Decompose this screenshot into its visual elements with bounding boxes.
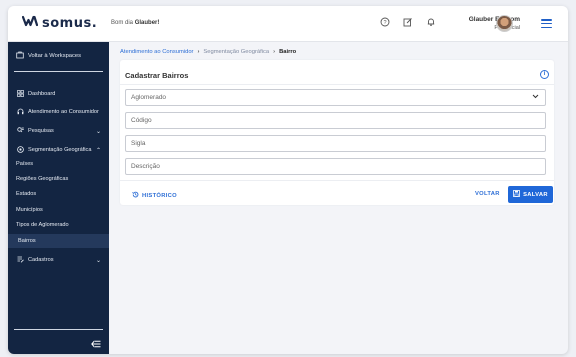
list-edit-icon <box>16 256 24 265</box>
dashboard-icon <box>16 89 24 99</box>
breadcrumb-current: Bairro <box>279 49 297 55</box>
save-button[interactable]: SALVAR <box>508 186 553 203</box>
back-to-workspaces-link[interactable]: Voltar à Workspaces <box>16 51 81 61</box>
sidebar-subitem-tipos-aglomerado[interactable]: Tipos de Aglomerado <box>8 218 109 232</box>
app-window: somus. Bom dia Glauber! ? Glauber Elisso… <box>8 6 568 354</box>
info-icon[interactable]: i <box>540 70 549 79</box>
bell-icon[interactable] <box>425 17 437 29</box>
history-button[interactable]: HISTÓRICO <box>132 191 177 200</box>
descricao-field[interactable]: Descrição <box>125 158 546 175</box>
page-title: Cadastrar Bairros <box>125 71 189 80</box>
breadcrumb-item[interactable]: Atendimento ao Consumidor <box>120 49 193 55</box>
sidebar-item-atendimento[interactable]: Atendimento ao Consumidor <box>8 105 109 119</box>
greeting-prefix: Bom dia <box>111 20 134 26</box>
workspace-label: Voltar à Workspaces <box>28 53 82 59</box>
subitem-label: Estados <box>16 191 37 197</box>
search-list-icon <box>16 126 24 136</box>
greeting: Bom dia Glauber! <box>111 20 159 26</box>
briefcase-icon <box>16 51 24 61</box>
sidebar-item-pesquisas[interactable]: Pesquisas ⌄ <box>8 124 109 138</box>
sidebar-item-label: Cadastros <box>28 257 54 263</box>
breadcrumb-separator-icon: › <box>273 49 276 55</box>
hamburger-menu-icon[interactable] <box>541 19 552 29</box>
aglomerado-placeholder: Aglomerado <box>131 94 167 101</box>
breadcrumb-item[interactable]: Segmentação Geográfica <box>203 49 269 55</box>
greeting-name: Glauber! <box>134 20 160 26</box>
aglomerado-select[interactable]: Aglomerado <box>125 89 546 106</box>
sigla-placeholder: Sigla <box>131 140 146 147</box>
form-card: Cadastrar Bairros i Aglomerado Código Si… <box>120 60 554 205</box>
history-label: HISTÓRICO <box>142 192 177 199</box>
sidebar-item-label: Pesquisas <box>28 128 54 134</box>
sidebar-subitem-estados[interactable]: Estados <box>8 187 109 201</box>
sidebar-item-cadastros[interactable]: Cadastros ⌄ <box>8 253 109 267</box>
breadcrumb-separator-icon: › <box>197 49 200 55</box>
sigla-field[interactable]: Sigla <box>125 135 546 152</box>
subitem-label: Países <box>16 161 34 167</box>
chevron-down-icon <box>532 94 539 101</box>
logo-text: somus. <box>42 15 98 31</box>
card-divider <box>120 180 554 181</box>
sidebar-divider <box>14 329 103 330</box>
collapse-sidebar-icon[interactable] <box>91 340 101 350</box>
logo-mark-icon <box>21 15 39 31</box>
chevron-up-icon: ⌃ <box>95 147 101 154</box>
top-bar: somus. Bom dia Glauber! ? Glauber Elisso… <box>8 6 568 42</box>
chevron-down-icon: ⌄ <box>95 128 101 135</box>
sidebar-item-label: Segmentação Geográfica <box>28 147 92 153</box>
sidebar-divider <box>14 71 103 72</box>
chevron-down-icon: ⌄ <box>95 257 101 264</box>
breadcrumb: Atendimento ao Consumidor › Segmentação … <box>120 49 296 55</box>
svg-text:?: ? <box>383 20 386 26</box>
logo[interactable]: somus. <box>21 15 98 31</box>
codigo-field[interactable]: Código <box>125 112 546 129</box>
sidebar-item-label: Dashboard <box>28 91 56 97</box>
sidebar-subitem-municipios[interactable]: Municípios <box>8 203 109 217</box>
subitem-label: Bairros <box>18 238 36 244</box>
sidebar-item-dashboard[interactable]: Dashboard <box>8 87 109 101</box>
subitem-label: Regiões Geográficas <box>16 176 69 182</box>
location-icon <box>16 145 24 155</box>
card-divider <box>120 84 554 85</box>
avatar[interactable] <box>496 15 513 32</box>
save-icon <box>513 190 521 199</box>
history-icon <box>132 191 139 200</box>
sidebar-subitem-regioes[interactable]: Regiões Geográficas <box>8 172 109 186</box>
subitem-label: Municípios <box>16 207 43 213</box>
sidebar-subitem-bairros[interactable]: Bairros <box>8 234 109 248</box>
sidebar-item-segmentacao[interactable]: Segmentação Geográfica ⌃ <box>8 143 109 157</box>
descricao-placeholder: Descrição <box>131 163 160 170</box>
subitem-label: Tipos de Aglomerado <box>16 222 69 228</box>
save-label: SALVAR <box>523 191 548 198</box>
edit-icon[interactable] <box>402 17 414 29</box>
sidebar-item-label: Atendimento ao Consumidor <box>28 109 99 115</box>
sidebar: Voltar à Workspaces Dashboard Atendiment… <box>8 42 109 354</box>
sidebar-subitem-paises[interactable]: Países <box>8 157 109 171</box>
codigo-placeholder: Código <box>131 117 152 124</box>
back-button[interactable]: VOLTAR <box>475 191 500 197</box>
headset-icon <box>16 108 24 117</box>
help-circle-icon[interactable]: ? <box>379 17 391 29</box>
